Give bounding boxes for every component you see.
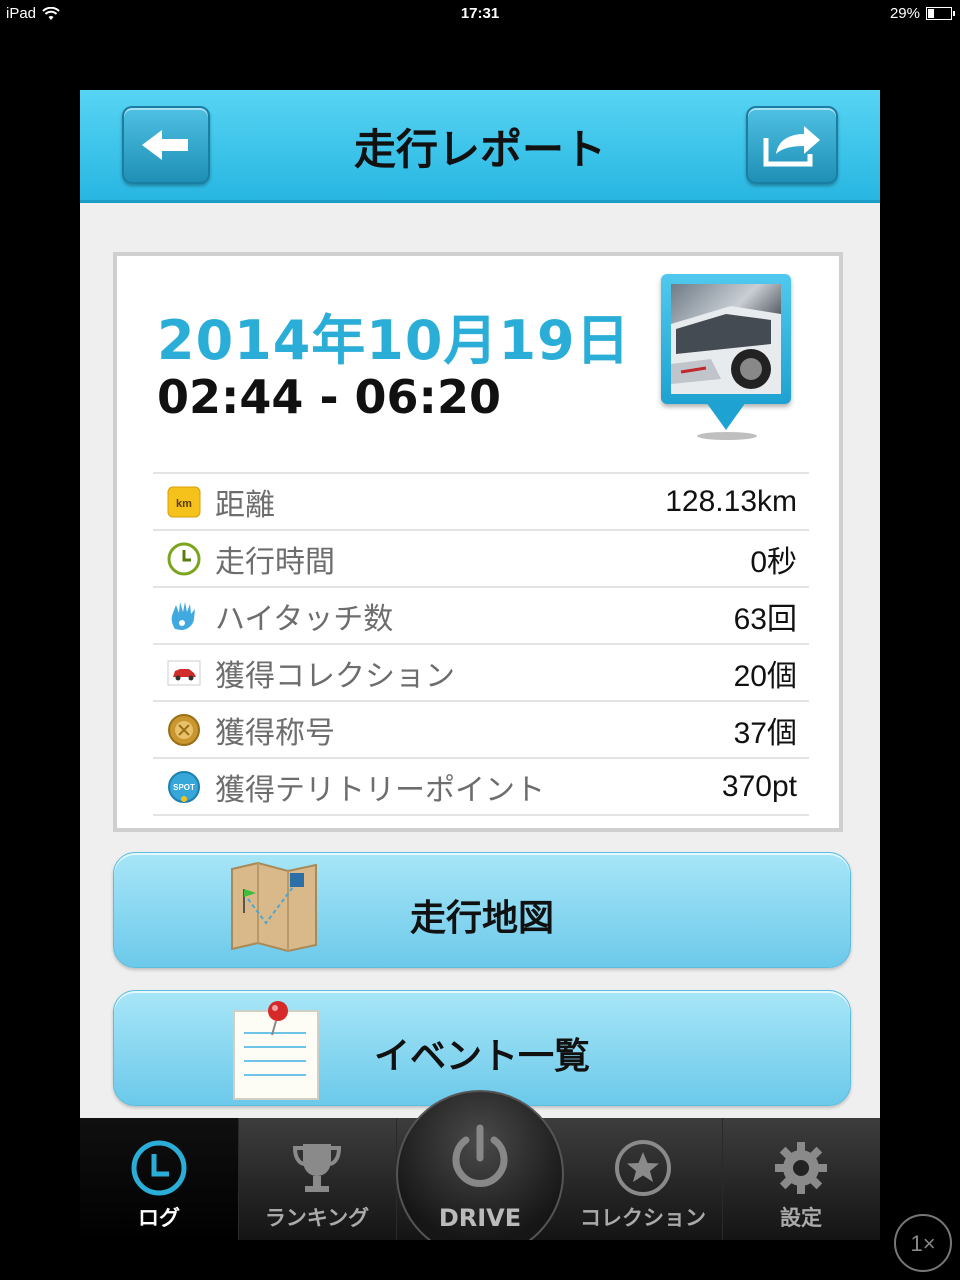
car-photo xyxy=(671,284,781,394)
stats-list: km 距離 128.13km 走行時間 0秒 ハイタッチ数 63回 獲得コレクシ… xyxy=(153,472,809,816)
star-circle-icon xyxy=(615,1140,671,1196)
km-icon-text: km xyxy=(176,498,192,510)
drive-button[interactable]: DRIVE xyxy=(396,1090,564,1240)
stat-label: 獲得テリトリーポイント xyxy=(215,772,545,808)
drive-map-button[interactable]: 走行地図 xyxy=(113,852,851,968)
stat-value: 20個 xyxy=(733,659,797,693)
stat-row-titles: 獲得称号 37個 xyxy=(153,700,809,757)
tab-settings-label: 設定 xyxy=(780,1206,822,1230)
report-date: 2014年10月19日 xyxy=(157,309,631,372)
clock: 17:31 xyxy=(460,5,500,22)
battery-icon xyxy=(926,7,955,20)
status-right: 29% xyxy=(889,5,955,22)
stat-value: 370pt xyxy=(721,769,797,803)
tab-settings[interactable]: 設定 xyxy=(722,1118,880,1240)
tab-log-label: ログ xyxy=(138,1206,180,1230)
stat-value: 128.13km xyxy=(665,484,797,518)
tab-log[interactable]: ログ xyxy=(80,1118,239,1240)
stat-value: 0秒 xyxy=(750,545,797,579)
tab-bar: ログ ランキング コレクション 設定 DRIVE xyxy=(80,1090,880,1240)
report-card: 2014年10月19日 02:44 - 06:20 km 距離 128.13km… xyxy=(113,252,843,832)
tab-ranking-label: ランキング xyxy=(264,1206,370,1230)
car-image-icon xyxy=(671,306,781,394)
power-icon xyxy=(452,1124,508,1187)
medal-icon xyxy=(167,713,201,747)
event-list-label: イベント一覧 xyxy=(373,1036,590,1077)
pin-tail xyxy=(706,402,746,430)
spot-icon-text: SPOT xyxy=(173,783,195,792)
stat-label: 距離 xyxy=(215,487,275,523)
app-screen: 走行レポート 2014年10月19日 02:44 - 06:20 km 距離 1… xyxy=(80,90,880,1240)
share-button[interactable] xyxy=(746,106,838,184)
stat-row-distance: km 距離 128.13km xyxy=(153,472,809,529)
stat-label: 走行時間 xyxy=(215,544,335,580)
stat-row-territory: SPOT 獲得テリトリーポイント 370pt xyxy=(153,757,809,816)
km-icon: km xyxy=(167,485,201,519)
stat-row-drive-time: 走行時間 0秒 xyxy=(153,529,809,586)
stat-label: 獲得称号 xyxy=(215,715,335,751)
stat-value: 37個 xyxy=(733,716,797,750)
stat-label: 獲得コレクション xyxy=(215,658,455,694)
gear-icon xyxy=(775,1142,827,1194)
status-bar: iPad 17:31 29% xyxy=(0,0,960,28)
pin-shadow xyxy=(697,432,757,440)
hand-icon xyxy=(167,599,201,633)
header-bar: 走行レポート xyxy=(80,90,880,203)
stat-row-high-touch: ハイタッチ数 63回 xyxy=(153,586,809,643)
drive-label: DRIVE xyxy=(438,1204,522,1232)
car-thumbnail[interactable] xyxy=(657,274,797,444)
zoom-toggle-button[interactable]: 1× xyxy=(894,1214,952,1272)
clock-icon xyxy=(167,542,201,576)
stat-value: 63回 xyxy=(733,602,797,636)
tab-collection-label: コレクション xyxy=(580,1206,706,1230)
tab-ranking[interactable]: ランキング xyxy=(238,1118,397,1240)
drive-map-label: 走行地図 xyxy=(409,898,554,939)
tab-collection[interactable]: コレクション xyxy=(564,1118,723,1240)
trophy-icon xyxy=(292,1144,342,1192)
event-list-button[interactable]: イベント一覧 xyxy=(113,990,851,1106)
stat-row-collection: 獲得コレクション 20個 xyxy=(153,643,809,700)
battery-percent: 29% xyxy=(889,5,920,22)
clock-tab-icon xyxy=(131,1140,187,1196)
spot-icon: SPOT xyxy=(167,770,201,804)
car-icon xyxy=(167,656,201,690)
car-frame xyxy=(661,274,791,404)
report-time-range: 02:44 - 06:20 xyxy=(157,370,501,424)
share-icon xyxy=(763,126,820,167)
stat-label: ハイタッチ数 xyxy=(215,601,394,637)
